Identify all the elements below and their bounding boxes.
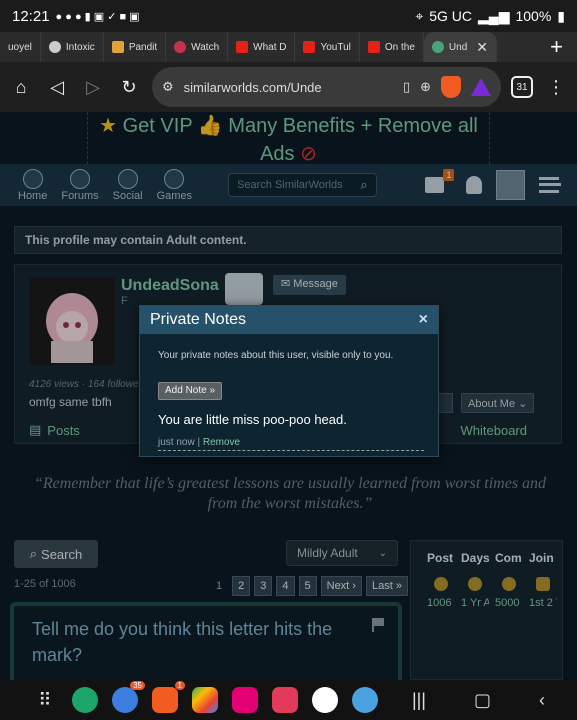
browser-tab[interactable]: On the: [360, 32, 424, 62]
bookmark-icon[interactable]: ▯: [403, 79, 410, 95]
tab-label: Intoxic: [65, 41, 95, 53]
browser-tab[interactable]: Watch: [166, 32, 229, 62]
system-nav-bar: ⠿ 35 1 ||| ▢ ‹: [0, 680, 577, 720]
favicon-icon: [111, 41, 124, 53]
note-meta: just now | Remove: [158, 437, 424, 451]
home-nav-icon[interactable]: ▢: [474, 690, 491, 711]
reload-icon[interactable]: ↻: [116, 74, 142, 100]
private-notes-modal: Private Notes × Your private notes about…: [139, 305, 439, 457]
note-text: You are little miss poo-poo head.: [158, 412, 347, 427]
address-bar[interactable]: ⚙ similarworlds.com/Unde ▯ ⊕: [152, 67, 501, 107]
tab-strip: uoyel Intoxic Pandit Watch What D YouTul…: [0, 32, 577, 62]
tmobile-app-icon[interactable]: [232, 687, 258, 713]
more-menu-icon[interactable]: ⋮: [543, 74, 569, 100]
clock-app-icon[interactable]: [352, 687, 378, 713]
modal-description: Your private notes about this user, visi…: [158, 350, 394, 361]
close-tab-icon[interactable]: ✕: [476, 39, 488, 56]
web-page: ★ Get VIP 👍 Many Benefits + Remove all A…: [0, 112, 577, 680]
brave-badge: 1: [174, 681, 185, 690]
site-settings-icon[interactable]: ⚙: [162, 79, 174, 95]
youtube-icon: [303, 41, 316, 53]
new-tab-button[interactable]: +: [536, 34, 577, 60]
close-icon[interactable]: ×: [419, 311, 428, 329]
forward-icon[interactable]: ▷: [80, 74, 106, 100]
tab-label: uoyel: [8, 41, 32, 53]
modal-header: Private Notes ×: [140, 306, 438, 334]
tab-label: Watch: [191, 41, 220, 53]
url-text[interactable]: similarworlds.com/Unde: [184, 80, 393, 95]
brave-rewards-icon[interactable]: [471, 78, 491, 96]
tab-label: What D: [253, 41, 287, 53]
browser-tab[interactable]: What D: [228, 32, 296, 62]
youtube-icon: [236, 41, 249, 53]
network-label: 5G UC: [429, 8, 473, 24]
battery-label: 100%: [515, 8, 552, 24]
heart-icon: [174, 41, 187, 53]
home-icon[interactable]: ⌂: [8, 74, 34, 100]
location-icon: ⌖: [415, 7, 424, 24]
tab-count-button[interactable]: 31: [511, 76, 533, 98]
browser-tab[interactable]: uoyel: [0, 32, 41, 62]
back-nav-icon[interactable]: ‹: [539, 690, 545, 711]
camera-app-icon[interactable]: [272, 687, 298, 713]
browser-tab[interactable]: YouTul: [295, 32, 360, 62]
note-time: just now: [158, 437, 195, 448]
favicon-icon: [431, 41, 444, 53]
globe-icon: [48, 41, 61, 53]
add-note-button[interactable]: Add Note »: [158, 382, 223, 400]
signal-icon: ▂▄▆: [478, 7, 510, 24]
phone-app-icon[interactable]: [72, 687, 98, 713]
remove-note-link[interactable]: Remove: [203, 437, 240, 448]
tab-label: On the: [384, 41, 415, 53]
browser-tab-active[interactable]: Und ✕: [423, 32, 498, 62]
app-drawer-icon[interactable]: ⠿: [32, 690, 58, 711]
recents-icon[interactable]: |||: [412, 690, 426, 711]
url-toolbar: ⌂ ◁ ▷ ↻ ⚙ similarworlds.com/Unde ▯ ⊕ 31 …: [0, 62, 577, 112]
browser-tab[interactable]: Pandit: [104, 32, 167, 62]
play-store-icon[interactable]: [192, 687, 218, 713]
modal-title: Private Notes: [150, 311, 247, 328]
brave-shield-icon[interactable]: [441, 76, 461, 98]
status-time: 12:21: [12, 7, 50, 25]
tab-label: YouTul: [320, 41, 351, 53]
back-icon[interactable]: ◁: [44, 74, 70, 100]
maps-app-icon[interactable]: [312, 687, 338, 713]
notification-icons: ● ● ● ▮ ▣ ✓ ■ ▣: [55, 10, 140, 23]
messages-app-icon[interactable]: 35: [112, 681, 145, 713]
download-icon[interactable]: ⊕: [420, 79, 431, 95]
messages-badge: 35: [130, 681, 145, 690]
tab-label: Und: [448, 41, 468, 53]
battery-icon: ▮: [557, 7, 565, 24]
tab-label: Pandit: [128, 41, 158, 53]
browser-tab[interactable]: Intoxic: [41, 32, 104, 62]
brave-app-icon[interactable]: 1: [152, 681, 185, 713]
status-bar: 12:21 ● ● ● ▮ ▣ ✓ ■ ▣ ⌖ 5G UC ▂▄▆ 100% ▮: [0, 0, 577, 32]
youtube-icon: [367, 41, 380, 53]
